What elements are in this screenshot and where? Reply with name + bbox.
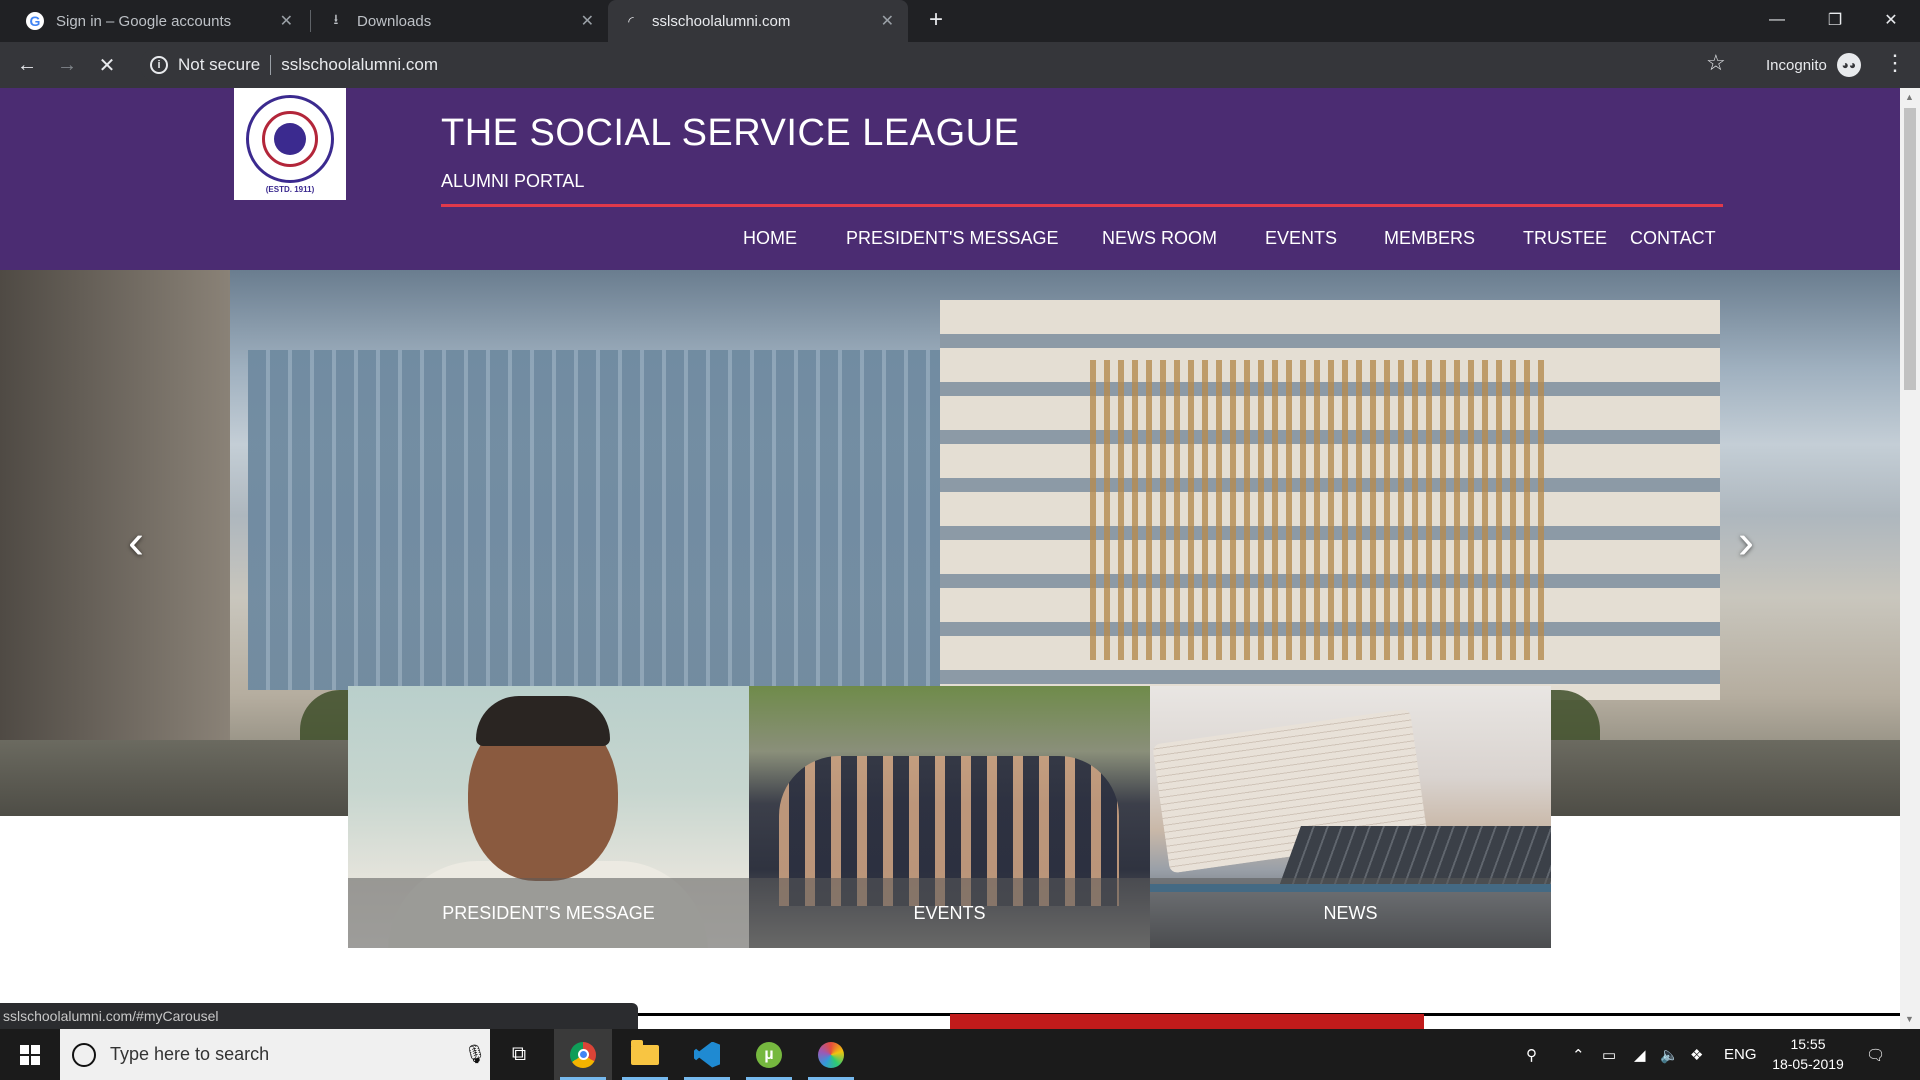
logo-ring bbox=[262, 110, 318, 167]
profile-label: Incognito bbox=[1766, 56, 1827, 74]
back-button[interactable]: ← bbox=[12, 50, 42, 80]
site-title: THE SOCIAL SERVICE LEAGUE bbox=[441, 112, 1020, 154]
tab-title: Downloads bbox=[357, 12, 432, 30]
close-icon[interactable]: ✕ bbox=[280, 11, 293, 31]
taskbar-utorrent[interactable]: µ bbox=[740, 1029, 798, 1080]
site-logo[interactable]: (ESTD. 1911) bbox=[234, 88, 346, 200]
tab-title: Sign in – Google accounts bbox=[56, 12, 232, 30]
volume-icon[interactable]: 🔈 bbox=[1660, 1029, 1679, 1080]
tab-title: sslschoolalumni.com bbox=[652, 12, 791, 30]
forward-button[interactable]: → bbox=[52, 50, 82, 80]
battery-icon[interactable]: ▭ bbox=[1602, 1029, 1616, 1080]
nav-contact[interactable]: CONTACT bbox=[1630, 228, 1716, 249]
logo-emblem bbox=[246, 94, 334, 183]
site-header: (ESTD. 1911) THE SOCIAL SERVICE LEAGUE A… bbox=[0, 88, 1900, 270]
restore-button[interactable]: ❐ bbox=[1806, 0, 1864, 40]
scroll-down-icon[interactable]: ▼ bbox=[1905, 1014, 1914, 1024]
status-bubble: sslschoolalumni.com/#myCarousel bbox=[0, 1003, 638, 1029]
card-news[interactable]: NEWS bbox=[1150, 686, 1551, 948]
carousel-prev-icon[interactable]: ‹ bbox=[128, 515, 144, 570]
card-events[interactable]: EVENTS bbox=[749, 686, 1150, 948]
stop-loading-button[interactable]: ✕ bbox=[92, 50, 122, 80]
nav-presidents-message[interactable]: PRESIDENT'S MESSAGE bbox=[846, 228, 1058, 249]
card-caption: EVENTS bbox=[749, 878, 1150, 948]
logo-est-label: (ESTD. 1911) bbox=[265, 184, 315, 194]
vertical-scrollbar[interactable]: ▲ ▼ bbox=[1900, 88, 1920, 1029]
taskbar-file-explorer[interactable] bbox=[616, 1029, 674, 1080]
card-presidents-message[interactable]: PRESIDENT'S MESSAGE bbox=[348, 686, 749, 948]
people-icon[interactable]: ⚲ bbox=[1526, 1029, 1537, 1080]
microphone-icon[interactable]: 🎙 bbox=[460, 1044, 490, 1065]
bookmark-star-icon[interactable]: ☆ bbox=[1706, 50, 1726, 76]
tab-google-sign-in[interactable]: G Sign in – Google accounts ✕ bbox=[12, 0, 307, 42]
tab-sslschoolalumni[interactable]: ◜ sslschoolalumni.com ✕ bbox=[608, 0, 908, 42]
language-indicator[interactable]: ENG bbox=[1724, 1029, 1757, 1080]
tab-downloads[interactable]: ⭳ Downloads ✕ bbox=[313, 0, 608, 42]
paint-icon bbox=[818, 1041, 844, 1068]
url-text[interactable]: sslschoolalumni.com bbox=[281, 55, 438, 75]
minimize-button[interactable]: — bbox=[1748, 0, 1806, 40]
scroll-up-icon[interactable]: ▲ bbox=[1905, 92, 1914, 102]
search-placeholder: Type here to search bbox=[110, 1044, 270, 1064]
close-icon[interactable]: ✕ bbox=[581, 11, 594, 31]
taskbar-chrome[interactable] bbox=[554, 1029, 612, 1080]
photo-hair bbox=[476, 696, 610, 746]
taskbar-vscode[interactable] bbox=[678, 1029, 736, 1080]
file-explorer-icon bbox=[631, 1039, 659, 1065]
carousel-next-icon[interactable]: › bbox=[1738, 515, 1754, 570]
logo-core bbox=[274, 122, 306, 155]
nav-news-room[interactable]: NEWS ROOM bbox=[1102, 228, 1217, 249]
show-hidden-icons-icon[interactable]: ⌃ bbox=[1572, 1029, 1585, 1080]
loading-icon: ◜ bbox=[628, 12, 634, 29]
vscode-icon bbox=[694, 1041, 720, 1068]
wifi-icon[interactable]: ◢ bbox=[1634, 1029, 1646, 1080]
task-view-icon[interactable]: ⧉ bbox=[490, 1029, 548, 1080]
browser-tab-strip: G Sign in – Google accounts ✕ ⭳ Download… bbox=[0, 0, 1920, 42]
windows-taskbar: Type here to search 🎙 ⧉ µ ⚲ ⌃ ▭ ◢ 🔈 ❖ EN… bbox=[0, 1029, 1920, 1080]
close-window-button[interactable]: ✕ bbox=[1862, 0, 1920, 40]
photo-laptop bbox=[1279, 826, 1551, 886]
nav-members[interactable]: MEMBERS bbox=[1384, 228, 1475, 249]
new-tab-button[interactable]: + bbox=[922, 6, 950, 34]
chrome-icon bbox=[570, 1041, 596, 1068]
address-bar[interactable]: i Not secure sslschoolalumni.com bbox=[140, 47, 1780, 83]
site-subtitle: ALUMNI PORTAL bbox=[441, 171, 585, 191]
scrollbar-thumb[interactable] bbox=[1904, 108, 1916, 390]
start-button[interactable] bbox=[0, 1029, 60, 1080]
tab-separator bbox=[310, 10, 311, 32]
browser-toolbar: ← → ✕ i Not secure sslschoolalumni.com ☆… bbox=[0, 42, 1920, 88]
carousel-image-building-left bbox=[0, 270, 230, 816]
carousel-image-glass-building bbox=[248, 350, 948, 690]
utorrent-icon: µ bbox=[756, 1041, 782, 1068]
nav-trustee[interactable]: TRUSTEE bbox=[1523, 228, 1607, 249]
incognito-indicator[interactable]: Incognito ◕◕ bbox=[1766, 50, 1861, 80]
clock[interactable]: 15:55 18-05-2019 bbox=[1768, 1034, 1848, 1074]
header-divider bbox=[441, 204, 1723, 207]
card-caption: NEWS bbox=[1150, 878, 1551, 948]
clock-time: 15:55 bbox=[1790, 1036, 1826, 1052]
more-menu-icon[interactable]: ⋮ bbox=[1884, 50, 1906, 76]
info-icon[interactable]: i bbox=[150, 56, 168, 74]
nav-events[interactable]: EVENTS bbox=[1265, 228, 1337, 249]
web-page: (ESTD. 1911) THE SOCIAL SERVICE LEAGUE A… bbox=[0, 88, 1900, 1029]
action-center-icon[interactable]: 🗨 bbox=[1866, 1029, 1885, 1080]
nav-home[interactable]: HOME bbox=[743, 228, 797, 249]
card-caption: PRESIDENT'S MESSAGE bbox=[348, 878, 749, 948]
clock-date: 18-05-2019 bbox=[1772, 1056, 1844, 1072]
divider bbox=[270, 55, 272, 75]
taskbar-paint[interactable] bbox=[802, 1029, 860, 1080]
google-icon: G bbox=[26, 12, 44, 30]
security-label: Not secure bbox=[178, 55, 261, 74]
incognito-icon: ◕◕ bbox=[1836, 53, 1861, 77]
section-accent-bar bbox=[950, 1014, 1424, 1029]
close-icon[interactable]: ✕ bbox=[881, 11, 894, 31]
dropbox-icon[interactable]: ❖ bbox=[1690, 1029, 1703, 1080]
download-icon: ⭳ bbox=[333, 11, 339, 27]
carousel-image-facade bbox=[1090, 360, 1550, 660]
windows-logo-icon bbox=[20, 1044, 40, 1065]
cortana-icon bbox=[72, 1042, 96, 1067]
taskbar-search-box[interactable]: Type here to search 🎙 bbox=[60, 1029, 490, 1080]
